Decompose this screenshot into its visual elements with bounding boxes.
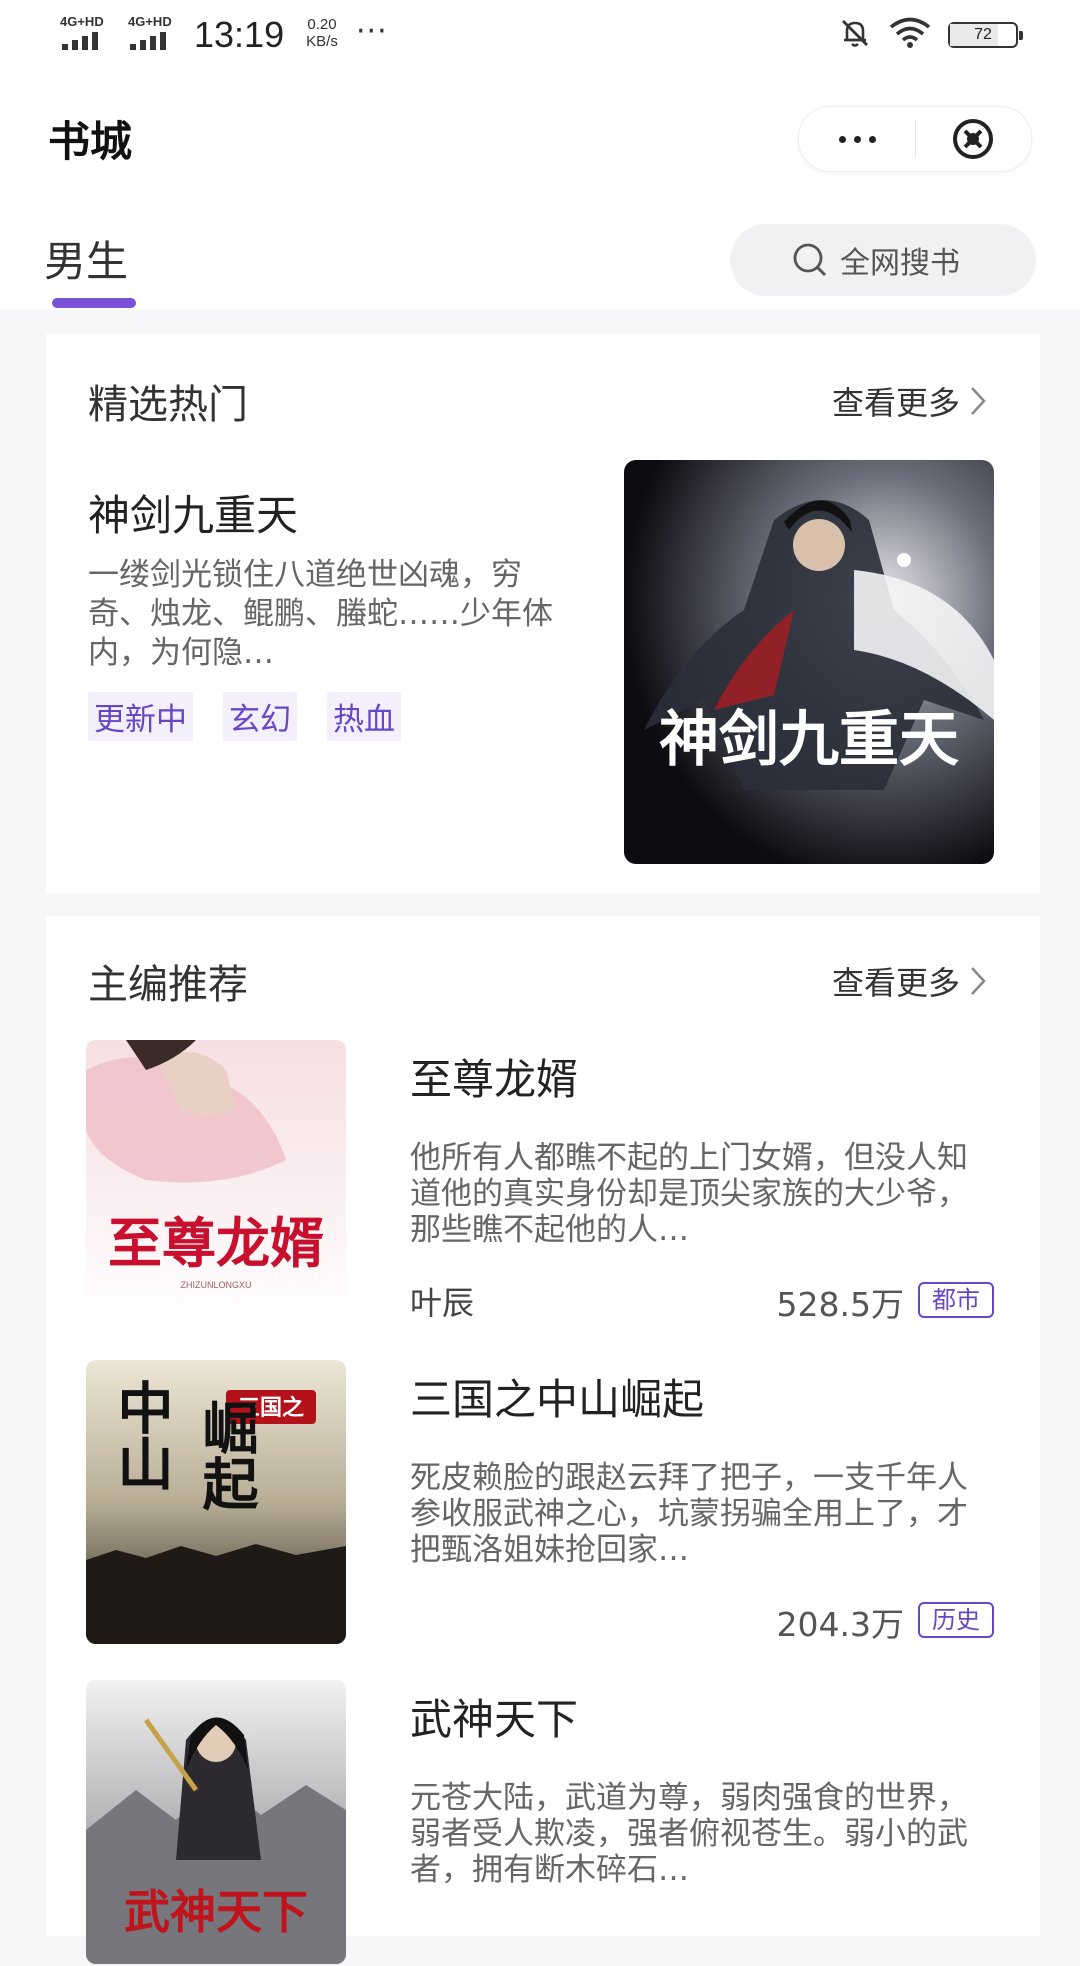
book-description: 他所有人都瞧不起的上门女婿，但没人知道他的真实身份却是顶尖家族的大少爷，那些瞧不…	[410, 1140, 968, 1248]
book-item-zhizunlongxu[interactable]: 至尊龙婿 ZHIZUNLONGXU 至尊龙婿 他所有人都瞧不起的上门女婿，但没人…	[86, 1040, 1016, 1326]
book-item-wushen[interactable]: 武神天下 武神天下 元苍大陆，武道为尊，弱肉强食的世界，弱者受人欺凌，强者俯视苍…	[86, 1680, 1016, 1966]
book-title: 至尊龙婿	[410, 1055, 579, 1104]
book-description: 元苍大陆，武道为尊，弱肉强食的世界，弱者受人欺凌，强者俯视苍生。弱小的武者，拥有…	[410, 1780, 968, 1888]
featured-book-tags: 更新中 玄幻 热血	[88, 692, 401, 741]
book-title: 武神天下	[410, 1695, 579, 1744]
featured-more-label: 查看更多	[831, 384, 960, 422]
signal-1-icon: 4G+HD	[58, 14, 114, 50]
battery-percent: 72	[974, 26, 992, 43]
net-speed-unit: KB/s	[306, 33, 338, 50]
featured-book-description: 一缕剑光锁住八道绝世凶魂，穷奇、烛龙、鲲鹏、螣蛇……少年体内，为何隐…	[88, 557, 553, 671]
book-title: 三国之中山崛起	[410, 1375, 705, 1424]
clock: 13:19	[194, 14, 285, 55]
book-cover[interactable]: 武神天下	[86, 1680, 346, 1964]
featured-section: 精选热门 查看更多 神剑九重天 一缕剑光锁住八道绝世凶魂，穷奇、烛龙、鲲鹏、螣蛇…	[46, 334, 1040, 894]
network-type-1: 4G+HD	[60, 14, 104, 29]
status-bar: 4G+HD 4G+HD 13:19 0.20 KB/s ··· 72	[0, 0, 1080, 70]
tab-indicator	[52, 298, 136, 308]
battery-icon: 72	[948, 22, 1023, 48]
signal-2-icon: 4G+HD	[126, 14, 182, 50]
wifi-icon	[889, 17, 931, 48]
featured-section-title: 精选热门	[88, 382, 248, 428]
network-type-2: 4G+HD	[128, 14, 172, 29]
search-icon	[793, 243, 827, 277]
book-description: 死皮赖脸的跟赵云拜了把子，一支千年人参收服武神之心，坑蒙拐骗全用上了，才把甄洛姐…	[410, 1460, 968, 1568]
featured-book-cover-title: 神剑九重天	[659, 705, 959, 775]
more-dots-icon[interactable]	[799, 107, 915, 171]
book-cover-subtitle: ZHIZUNLONGXU	[180, 1280, 251, 1290]
book-cover-title-b: 崛起	[193, 1399, 259, 1512]
recommend-more-link[interactable]: 查看更多	[832, 958, 988, 1004]
net-speed: 0.20 KB/s	[298, 16, 346, 50]
book-cover[interactable]: 三国之 中山 崛起	[86, 1360, 346, 1644]
tag: 热血	[327, 692, 401, 741]
recommend-more-label: 查看更多	[831, 964, 960, 1002]
book-cover-title-a: 中山	[108, 1379, 174, 1491]
net-speed-value: 0.20	[307, 16, 337, 33]
chevron-right-icon	[971, 387, 986, 415]
search-button[interactable]: 全网搜书	[730, 224, 1036, 296]
book-word-count: 528.5万	[776, 1285, 904, 1324]
book-cover[interactable]: 至尊龙婿 ZHIZUNLONGXU	[86, 1040, 346, 1324]
tag: 玄幻	[223, 692, 297, 741]
book-word-count: 204.3万	[776, 1605, 904, 1644]
search-label: 全网搜书	[840, 246, 960, 281]
book-cover-title: 至尊龙婿	[108, 1211, 324, 1275]
featured-more-link[interactable]: 查看更多	[832, 378, 988, 424]
book-cover-title: 武神天下	[124, 1885, 308, 1939]
featured-book-cover[interactable]: 神剑九重天	[624, 460, 994, 864]
notification-more-icon: ···	[356, 14, 388, 49]
miniprogram-capsule	[798, 106, 1032, 172]
close-circle-icon[interactable]	[915, 107, 1031, 171]
genre-badge: 都市	[918, 1282, 994, 1318]
tab-male[interactable]: 男生	[44, 228, 128, 289]
book-author: 叶辰	[410, 1284, 475, 1322]
recommend-section-title: 主编推荐	[88, 962, 248, 1008]
tag: 更新中	[88, 692, 193, 741]
page-title: 书城	[48, 117, 133, 166]
bell-off-icon	[842, 20, 868, 47]
chevron-right-icon	[971, 967, 986, 995]
book-item-sanguo[interactable]: 三国之 中山 崛起 三国之中山崛起 死皮赖脸的跟赵云拜了把子，一支千年人参收服武…	[86, 1360, 1016, 1646]
genre-badge: 历史	[918, 1602, 994, 1638]
featured-book-title: 神剑九重天	[88, 491, 299, 540]
recommend-section: 主编推荐 查看更多 至尊龙婿 ZHIZUNLONGXU 至尊龙婿 他所有人都瞧不…	[46, 916, 1040, 1964]
